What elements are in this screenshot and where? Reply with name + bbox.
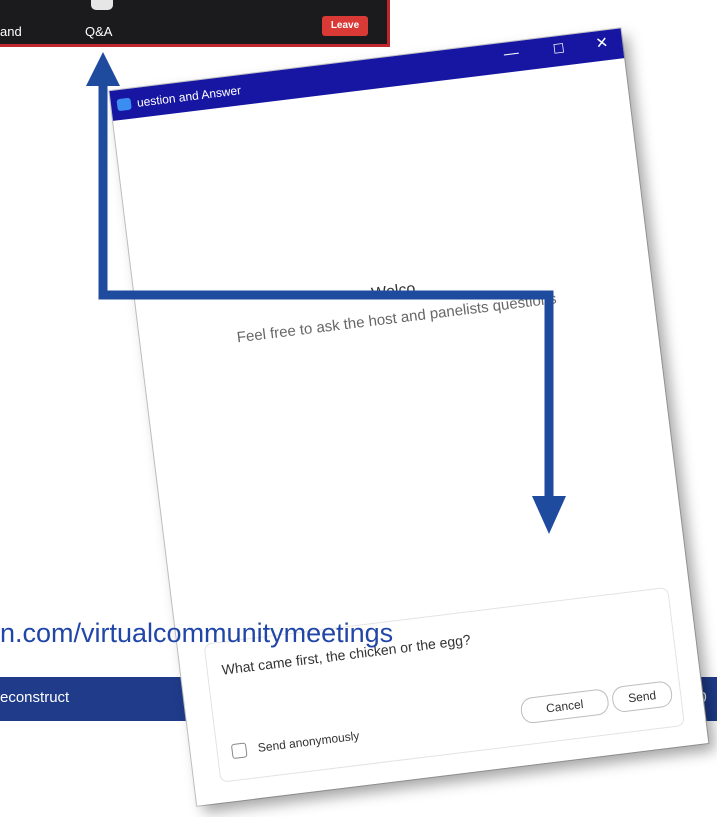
arrow-head-down [532, 496, 566, 534]
arrow-path [98, 80, 554, 500]
arrow-head-up [86, 52, 120, 86]
annotation-arrow [86, 52, 566, 534]
